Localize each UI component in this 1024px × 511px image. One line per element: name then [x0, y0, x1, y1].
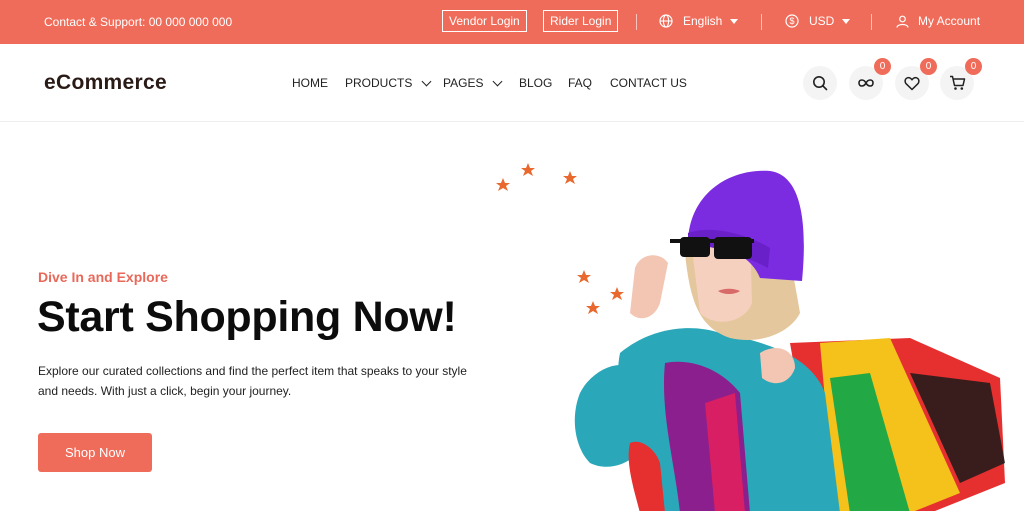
hero-model-image: [496, 163, 1005, 511]
nav-blog[interactable]: BLOG: [519, 76, 552, 90]
main-header: eCommerce HOME PRODUCTS PAGES BLOG FAQ C…: [0, 44, 1024, 122]
my-account-label: My Account: [918, 14, 981, 28]
compare-count-badge: 0: [874, 58, 891, 75]
wishlist-button[interactable]: 0: [895, 58, 937, 100]
vendor-login-button[interactable]: Vendor Login: [442, 10, 527, 32]
cart-count-badge: 0: [965, 58, 982, 75]
nav-pages[interactable]: PAGES: [443, 76, 503, 90]
globe-icon: [659, 14, 673, 28]
currency-label: USD: [809, 14, 835, 28]
decorative-stars: [496, 163, 624, 314]
wishlist-count-badge: 0: [920, 58, 937, 75]
divider: [871, 14, 872, 30]
search-icon: [813, 76, 828, 91]
svg-text:$: $: [789, 16, 794, 26]
nav-faq[interactable]: FAQ: [568, 76, 592, 90]
nav-home-label: HOME: [292, 76, 328, 90]
support-text: Contact & Support: 00 000 000 000: [44, 15, 233, 29]
rider-login-button[interactable]: Rider Login: [543, 10, 619, 32]
nav-home[interactable]: HOME: [292, 76, 328, 90]
my-account-link[interactable]: My Account: [896, 14, 980, 28]
user-icon: [896, 15, 909, 28]
dollar-circle-icon: $: [785, 14, 799, 28]
cart-button[interactable]: 0: [940, 58, 982, 100]
cart-icon: [949, 75, 965, 90]
top-bar: Contact & Support: 00 000 000 000 Vendor…: [0, 0, 1024, 44]
nav-products-label: PRODUCTS: [345, 76, 413, 90]
nav-products[interactable]: PRODUCTS: [345, 76, 432, 90]
nav-blog-label: BLOG: [519, 76, 553, 90]
divider: [761, 14, 762, 30]
currency-selector[interactable]: $ USD: [785, 14, 851, 28]
compare-button[interactable]: 0: [849, 58, 891, 100]
nav-contact-label: CONTACT US: [610, 76, 687, 90]
hero-description: Explore our curated collections and find…: [38, 364, 467, 398]
search-button[interactable]: [803, 66, 837, 100]
nav-pages-label: PAGES: [443, 76, 484, 90]
chevron-down-icon: [842, 18, 851, 24]
site-logo[interactable]: eCommerce: [44, 71, 167, 95]
hero-banner: Dive In and Explore Start Shopping Now! …: [0, 123, 1024, 511]
shop-now-button[interactable]: Shop Now: [38, 433, 152, 472]
chevron-down-icon: [493, 76, 503, 86]
language-selector[interactable]: English: [659, 14, 739, 28]
hero-eyebrow: Dive In and Explore: [38, 269, 168, 285]
nav-faq-label: FAQ: [568, 76, 593, 90]
chevron-down-icon: [421, 76, 432, 86]
nav-contact[interactable]: CONTACT US: [610, 76, 687, 90]
chevron-down-icon: [730, 18, 739, 24]
hero-headline: Start Shopping Now!: [37, 293, 457, 341]
infinity-icon: [858, 79, 874, 87]
heart-icon: [904, 76, 920, 90]
language-label: English: [683, 14, 723, 28]
divider: [636, 14, 637, 30]
